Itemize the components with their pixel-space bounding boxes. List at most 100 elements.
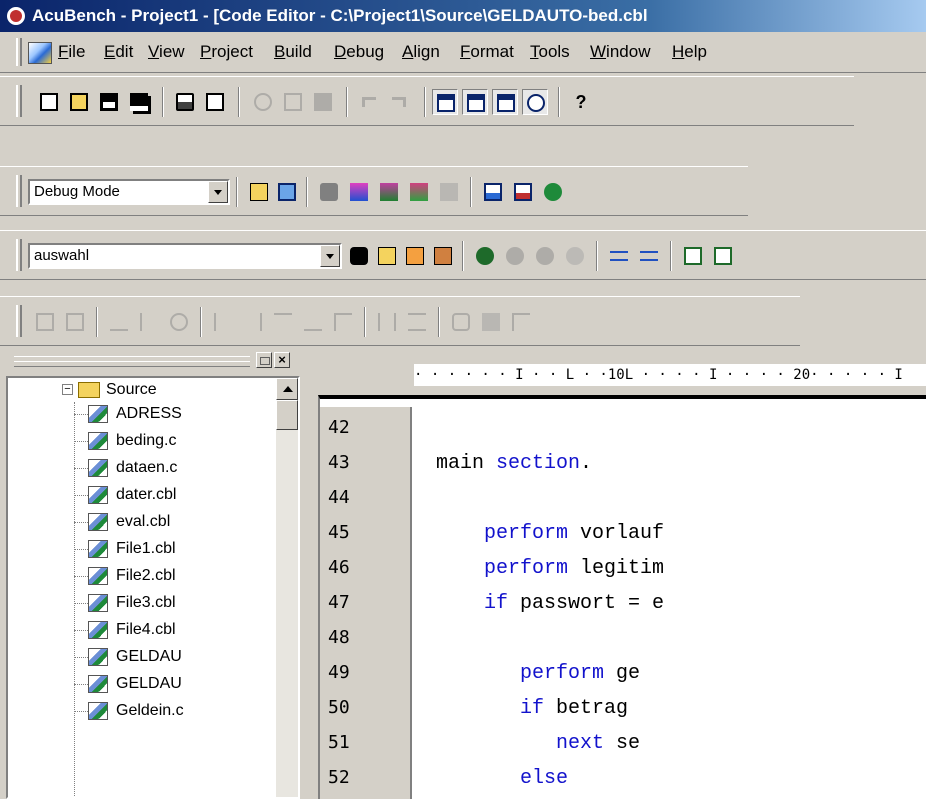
tree-scrollbar[interactable] [276, 378, 298, 797]
tab-order-button[interactable] [448, 309, 474, 335]
snap-grid-button[interactable] [62, 309, 88, 335]
undo-button[interactable] [358, 89, 384, 115]
grid-icon [36, 313, 54, 331]
code-line[interactable]: perform ge [520, 662, 640, 685]
file-label: File3.cbl [116, 594, 176, 611]
toolbar-separator [200, 307, 202, 337]
find-window-toggle[interactable] [522, 89, 548, 115]
outdent-button[interactable] [636, 243, 662, 269]
scroll-up-button[interactable] [276, 378, 298, 400]
document-icon[interactable] [28, 42, 52, 64]
menu-tools[interactable]: Tools [530, 42, 570, 62]
column-ruler: · · · · · · I · · L · ·10L · · · · I · ·… [414, 364, 926, 386]
app-icon[interactable] [6, 6, 26, 26]
print-button[interactable] [172, 89, 198, 115]
find-paragraph-button[interactable] [346, 243, 372, 269]
layout-button[interactable] [478, 309, 504, 335]
toolbar-separator [670, 241, 672, 271]
run-button[interactable] [406, 179, 432, 205]
chevron-down-icon[interactable] [208, 181, 228, 203]
print-preview-button[interactable] [202, 89, 228, 115]
align-corner-button[interactable] [330, 309, 356, 335]
breakpoint-button[interactable] [540, 179, 566, 205]
menu-window[interactable]: Window [590, 42, 650, 62]
code-line[interactable]: main section. [436, 452, 592, 475]
center-horizontal-button[interactable] [106, 309, 132, 335]
code-line[interactable]: if betrag [520, 697, 628, 720]
file-label: ADRESS [116, 405, 182, 422]
align-top-button[interactable] [270, 309, 296, 335]
menu-project[interactable]: Project [200, 42, 253, 62]
step-over-button[interactable] [510, 179, 536, 205]
menubar-grip[interactable] [16, 38, 22, 66]
move-button[interactable] [508, 309, 534, 335]
code-line[interactable]: next se [556, 732, 640, 755]
chevron-down-icon[interactable] [320, 245, 340, 267]
menu-view[interactable]: View [148, 42, 185, 62]
menu-help[interactable]: Help [672, 42, 707, 62]
menu-align[interactable]: Align [402, 42, 440, 62]
debug-screen-button[interactable] [274, 179, 300, 205]
tree-view-toggle[interactable] [432, 89, 458, 115]
code-line[interactable]: perform vorlauf [484, 522, 664, 545]
same-width-button[interactable] [374, 309, 400, 335]
menu-build[interactable]: Build [274, 42, 312, 62]
code-line[interactable]: perform legitim [484, 557, 664, 580]
compile-button[interactable] [316, 179, 342, 205]
menu-file[interactable]: File [58, 42, 85, 62]
output-window-toggle[interactable] [462, 89, 488, 115]
menu-edit[interactable]: Edit [104, 42, 133, 62]
code-line[interactable]: if passwort = e [484, 592, 664, 615]
add-file-button[interactable] [246, 179, 272, 205]
save-all-button[interactable] [126, 89, 152, 115]
rebuild-button[interactable] [376, 179, 402, 205]
close-button[interactable]: × [274, 352, 290, 368]
paragraph-select[interactable]: auswahl [28, 243, 342, 269]
copy-button[interactable] [280, 89, 306, 115]
restore-button[interactable] [256, 352, 272, 368]
screen-window-toggle[interactable] [492, 89, 518, 115]
variable-view-button[interactable] [710, 243, 736, 269]
menu-debug[interactable]: Debug [334, 42, 384, 62]
clear-bookmarks-button[interactable] [562, 243, 588, 269]
collapse-icon[interactable]: − [62, 384, 73, 395]
paragraph-view-button[interactable] [680, 243, 706, 269]
align-left-button[interactable] [210, 309, 236, 335]
find-next-button[interactable] [402, 243, 428, 269]
new-file-button[interactable] [36, 89, 62, 115]
build-button[interactable] [346, 179, 372, 205]
toolbar-grip[interactable] [16, 175, 22, 207]
same-height-button[interactable] [404, 309, 430, 335]
cut-button[interactable] [250, 89, 276, 115]
center-vertical-button[interactable] [136, 309, 162, 335]
toolbar-grip[interactable] [16, 305, 22, 337]
bookmark-toggle-button[interactable] [472, 243, 498, 269]
line-number: 43 [328, 452, 350, 473]
paste-button[interactable] [310, 89, 336, 115]
find-previous-button[interactable] [430, 243, 456, 269]
stop-button[interactable] [436, 179, 462, 205]
align-right-button[interactable] [240, 309, 266, 335]
save-button[interactable] [96, 89, 122, 115]
code-line[interactable]: else [520, 767, 568, 790]
open-button[interactable] [66, 89, 92, 115]
find-in-files-button[interactable] [374, 243, 400, 269]
tree-connector [74, 402, 75, 797]
align-bottom-button[interactable] [300, 309, 326, 335]
title-bar[interactable]: AcuBench - Project1 - [Code Editor - C:\… [0, 0, 926, 32]
redo-button[interactable] [388, 89, 414, 115]
menu-format[interactable]: Format [460, 42, 514, 62]
debug-mode-select[interactable]: Debug Mode [28, 179, 230, 205]
toolbar-grip[interactable] [16, 239, 22, 271]
scroll-thumb[interactable] [276, 400, 298, 430]
step-into-button[interactable] [480, 179, 506, 205]
toolbar-grip[interactable] [16, 85, 22, 117]
code-editor[interactable]: 42 43 44 45 46 47 48 49 50 51 52 main section. perf… [318, 395, 926, 799]
help-button[interactable]: ? [568, 89, 594, 115]
align-grid-button[interactable] [32, 309, 58, 335]
next-bookmark-button[interactable] [502, 243, 528, 269]
previous-bookmark-button[interactable] [532, 243, 558, 269]
indent-button[interactable] [606, 243, 632, 269]
center-both-button[interactable] [166, 309, 192, 335]
project-tree[interactable]: − Source ADRESS beding.c dataen.c dater.cbl… [6, 376, 300, 799]
